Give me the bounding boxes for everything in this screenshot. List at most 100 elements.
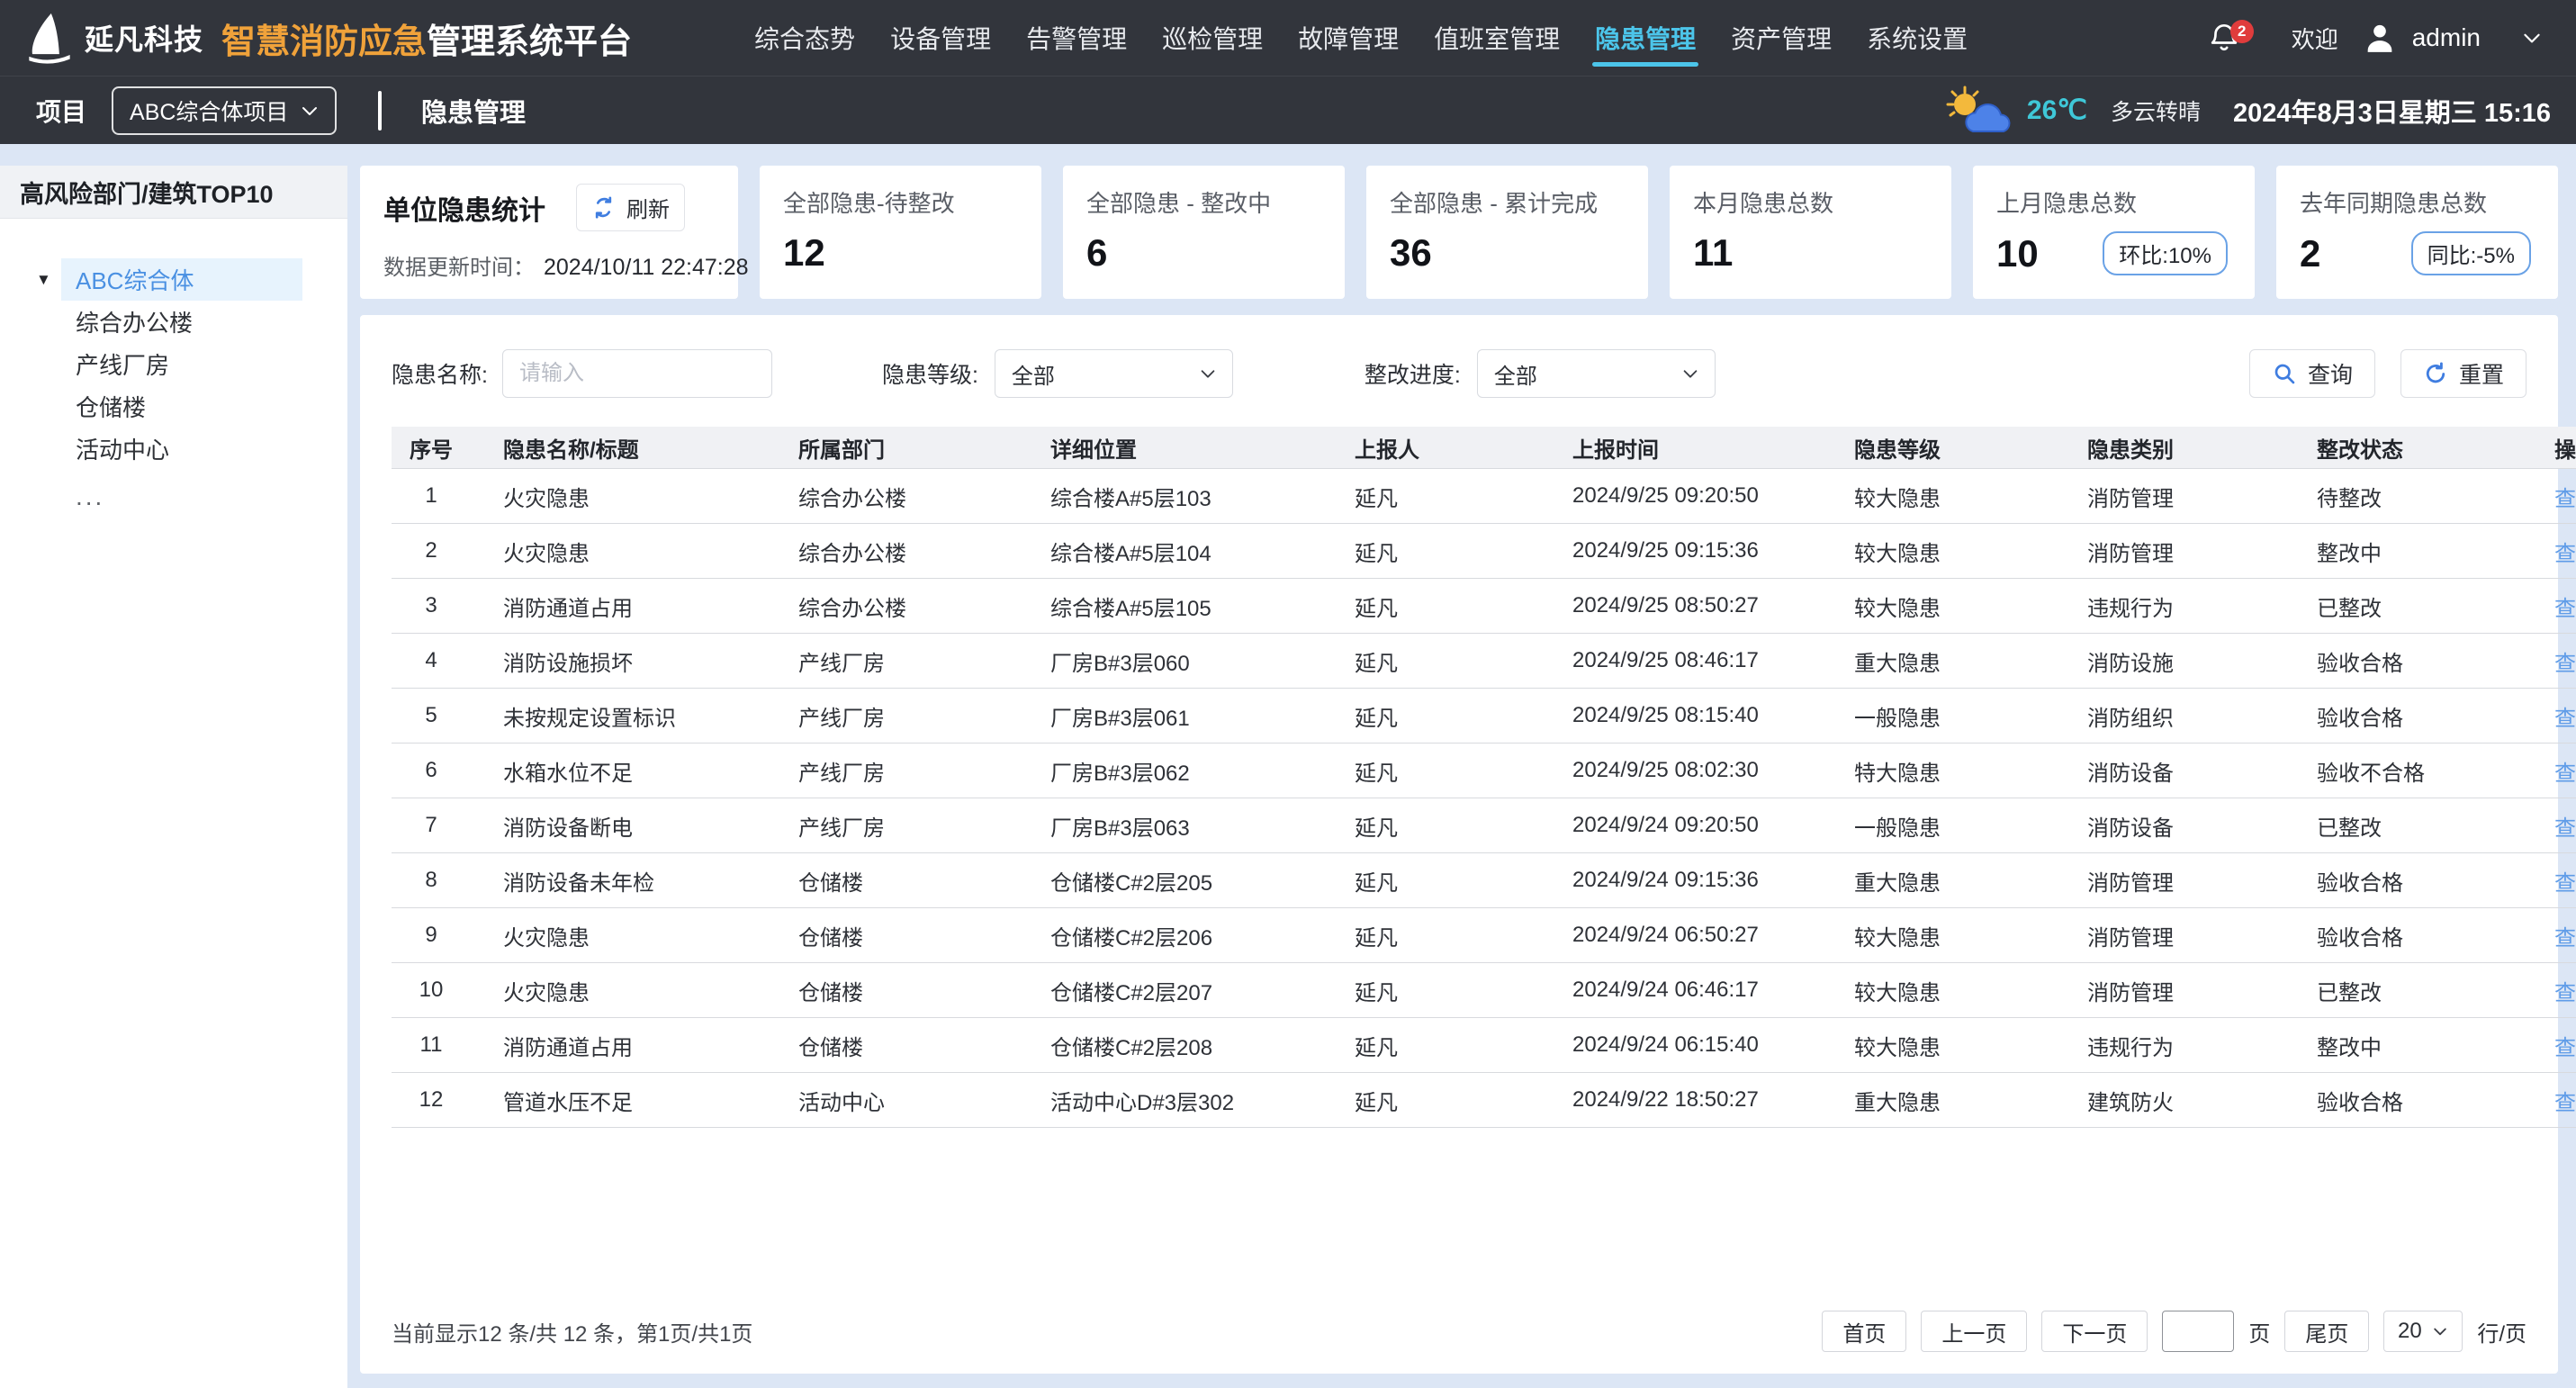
tree-item-3[interactable]: 活动中心 [0,428,347,470]
cell-level: 一般隐患 [1822,798,2055,853]
hazard-level-value: 全部 [1012,358,1055,390]
view-detail-link[interactable]: 查看详情 [2554,542,2576,566]
view-detail-link[interactable]: 查看详情 [2554,926,2576,951]
stat-card-label: 全部隐患-待整改 [783,185,1018,219]
page-number-input[interactable] [2162,1311,2234,1352]
tree-item-2[interactable]: 仓储楼 [0,385,347,428]
prev-page-button[interactable]: 上一页 [1921,1311,2027,1352]
cell-action: 查看详情 [2522,634,2576,689]
cell-seq: 11 [392,1018,471,1073]
cell-seq: 9 [392,908,471,963]
cell-category: 消防设施 [2055,634,2284,689]
cell-action: 查看详情 [2522,744,2576,798]
user-menu-chevron-icon[interactable] [2520,26,2544,50]
cell-level: 较大隐患 [1822,963,2055,1018]
cell-time: 2024/9/24 06:15:40 [1540,1018,1822,1073]
stat-card: 本月隐患总数 11 [1670,166,1951,299]
view-detail-link[interactable]: 查看详情 [2554,1036,2576,1060]
page-size-select[interactable]: 20 [2383,1311,2463,1352]
weather-condition: 多云转晴 [2111,95,2201,127]
cell-location: 综合楼A#5层105 [1018,579,1322,634]
first-page-button[interactable]: 首页 [1822,1311,1906,1352]
tree-item-1[interactable]: 产线厂房 [0,343,347,385]
cell-action: 查看详情 [2522,963,2576,1018]
view-detail-link[interactable]: 查看详情 [2554,1091,2576,1115]
refresh-label: 刷新 [626,192,670,223]
notification-bell[interactable]: 2 [2207,18,2243,58]
cell-level: 一般隐患 [1822,689,2055,744]
last-page-button[interactable]: 尾页 [2284,1311,2369,1352]
tree-item-0[interactable]: 综合办公楼 [0,301,347,343]
cell-level: 较大隐患 [1822,579,2055,634]
cell-action: 查看详情 [2522,908,2576,963]
nav-item-duty-room[interactable]: 值班室管理 [1428,0,1565,76]
next-page-button[interactable]: 下一页 [2041,1311,2148,1352]
view-detail-link[interactable]: 查看详情 [2554,652,2576,676]
cell-category: 消防管理 [2055,469,2284,524]
view-detail-link[interactable]: 查看详情 [2554,487,2576,511]
nav-item-situation[interactable]: 综合态势 [749,0,860,76]
stat-card-badge: 环比:10% [2103,231,2228,275]
nav-item-system[interactable]: 系统设置 [1861,0,1973,76]
cell-status: 已整改 [2284,963,2522,1018]
cell-dept: 综合办公楼 [766,524,1018,579]
tree-item-root[interactable]: ▼ ABC综合体 [0,258,347,301]
nav-item-label: 设备管理 [890,20,991,56]
cell-level: 重大隐患 [1822,853,2055,908]
notification-badge: 2 [2230,20,2254,43]
table-row: 7消防设备断电产线厂房厂房B#3层063延凡2024/9/24 09:20:50… [392,798,2576,853]
cell-seq: 1 [392,469,471,524]
progress-select[interactable]: 全部 [1477,349,1716,398]
table-row: 4消防设施损坏产线厂房厂房B#3层060延凡2024/9/25 08:46:17… [392,634,2576,689]
tree-children: 综合办公楼产线厂房仓储楼活动中心 [0,301,347,470]
hazard-level-select[interactable]: 全部 [995,349,1233,398]
tree-more-item[interactable]: ... [0,475,347,518]
cell-dept: 仓储楼 [766,853,1018,908]
nav-item-alarm[interactable]: 告警管理 [1021,0,1132,76]
view-detail-link[interactable]: 查看详情 [2554,762,2576,786]
cell-dept: 产线厂房 [766,634,1018,689]
cell-name: 水箱水位不足 [471,744,766,798]
cell-location: 厂房B#3层061 [1018,689,1322,744]
nav-item-device[interactable]: 设备管理 [885,0,996,76]
project-select[interactable]: ABC综合体项目 [112,86,337,135]
column-header-category: 隐患类别 [2055,427,2284,469]
user-avatar-icon[interactable] [2362,20,2398,56]
view-detail-link[interactable]: 查看详情 [2554,871,2576,896]
header-right: 2 欢迎 admin [2207,18,2576,58]
cell-category: 消防管理 [2055,908,2284,963]
refresh-button[interactable]: 刷新 [576,184,685,231]
hazard-name-input[interactable] [502,349,772,398]
cell-name: 管道水压不足 [471,1073,766,1128]
tree-caret-icon[interactable]: ▼ [36,271,56,289]
chevron-down-icon [2431,1322,2449,1340]
sail-logo-icon [23,12,76,64]
nav-item-fault[interactable]: 故障管理 [1293,0,1404,76]
cell-name: 消防通道占用 [471,1018,766,1073]
page-title: 隐患管理 [421,92,526,130]
stat-card: 全部隐患 - 累计完成 36 [1366,166,1648,299]
reset-button[interactable]: 重置 [2400,349,2526,398]
cell-status: 整改中 [2284,524,2522,579]
search-label: 查询 [2308,357,2353,390]
rows-per-page-label: 行/页 [2477,1316,2526,1347]
view-detail-link[interactable]: 查看详情 [2554,816,2576,841]
product-name: 智慧消防应急管理系统平台 [221,14,632,63]
cell-dept: 产线厂房 [766,689,1018,744]
cell-seq: 3 [392,579,471,634]
nav-item-asset[interactable]: 资产管理 [1725,0,1837,76]
nav-item-label: 综合态势 [754,20,855,56]
view-detail-link[interactable]: 查看详情 [2554,981,2576,1005]
username: admin [2412,23,2481,52]
table-row: 6水箱水位不足产线厂房厂房B#3层062延凡2024/9/25 08:02:30… [392,744,2576,798]
view-detail-link[interactable]: 查看详情 [2554,707,2576,731]
cell-level: 较大隐患 [1822,469,2055,524]
cell-seq: 12 [392,1073,471,1128]
search-button[interactable]: 查询 [2249,349,2375,398]
nav-item-hazard[interactable]: 隐患管理 [1590,0,1701,76]
view-detail-link[interactable]: 查看详情 [2554,597,2576,621]
page-size-value: 20 [2398,1319,2422,1344]
stat-card-value: 10 [1996,232,2039,275]
nav-item-inspection[interactable]: 巡检管理 [1157,0,1268,76]
nav-item-label: 资产管理 [1731,20,1832,56]
